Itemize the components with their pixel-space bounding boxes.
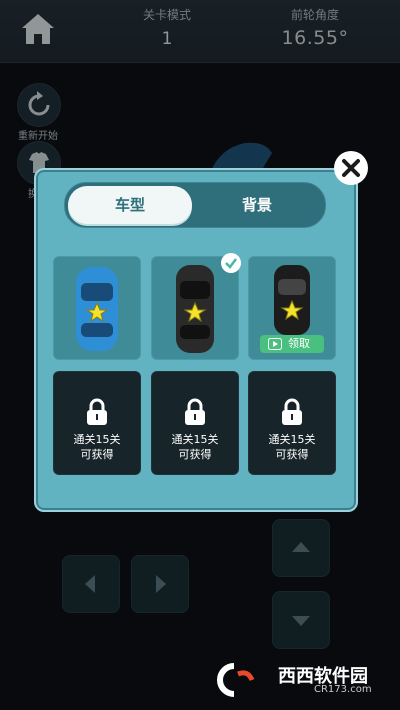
level-mode-stat: 关卡模式 1 bbox=[135, 6, 199, 49]
refresh-icon bbox=[28, 91, 50, 116]
car-card-blue[interactable] bbox=[53, 256, 141, 360]
top-bar: 关卡模式 1 前轮角度 16.55° bbox=[0, 0, 400, 63]
steer-right-button[interactable] bbox=[131, 555, 189, 613]
level-number: 1 bbox=[161, 29, 173, 49]
wheel-angle-label: 前轮角度 bbox=[290, 8, 339, 22]
forward-button[interactable] bbox=[272, 519, 330, 577]
tab-bar: 车型 背景 bbox=[64, 182, 326, 228]
video-play-icon bbox=[268, 338, 282, 350]
arrow-down-icon bbox=[292, 616, 310, 626]
blue-car-icon bbox=[76, 267, 118, 351]
steer-left-button[interactable] bbox=[62, 555, 120, 613]
selected-check-icon bbox=[221, 253, 241, 273]
car-card-locked-1[interactable]: 通关15关 可获得 bbox=[53, 371, 141, 475]
arrow-right-icon bbox=[156, 575, 166, 593]
lock-icon bbox=[87, 398, 107, 425]
home-button[interactable] bbox=[14, 8, 62, 52]
lock-requirement-2: 通关15关 bbox=[171, 433, 219, 446]
lock-reward-1: 可获得 bbox=[80, 448, 114, 461]
arrow-up-icon bbox=[292, 542, 310, 552]
car-card-locked-2[interactable]: 通关15关 可获得 bbox=[151, 371, 239, 475]
watermark-subtitle: CR173.com bbox=[314, 684, 372, 695]
lock-reward-3: 可获得 bbox=[275, 448, 309, 461]
close-button[interactable] bbox=[334, 151, 368, 185]
tab-car-model[interactable]: 车型 bbox=[68, 186, 192, 224]
watermark-logo-icon bbox=[217, 663, 255, 697]
car-card-black-claim[interactable]: 领取 bbox=[248, 256, 336, 360]
watermark: 西西软件园 CR173.com bbox=[204, 660, 394, 700]
lock-reward-2: 可获得 bbox=[178, 448, 212, 461]
claim-label: 领取 bbox=[288, 337, 310, 350]
restart-button[interactable] bbox=[17, 83, 61, 127]
level-mode-label: 关卡模式 bbox=[142, 8, 191, 22]
wheel-angle-stat: 前轮角度 16.55° bbox=[265, 6, 365, 49]
lock-requirement-3: 通关15关 bbox=[268, 433, 316, 446]
lock-icon bbox=[282, 398, 302, 425]
arrow-left-icon bbox=[85, 575, 95, 593]
lock-requirement-1: 通关15关 bbox=[73, 433, 121, 446]
wheel-angle-value: 16.55° bbox=[281, 27, 349, 49]
claim-button[interactable]: 领取 bbox=[260, 335, 324, 353]
lock-icon bbox=[185, 398, 205, 425]
car-card-locked-3[interactable]: 通关15关 可获得 bbox=[248, 371, 336, 475]
reverse-button[interactable] bbox=[272, 591, 330, 649]
close-icon bbox=[342, 159, 360, 177]
home-icon bbox=[22, 14, 54, 44]
tab-background[interactable]: 背景 bbox=[195, 186, 319, 224]
restart-label: 重新开始 bbox=[18, 131, 58, 142]
